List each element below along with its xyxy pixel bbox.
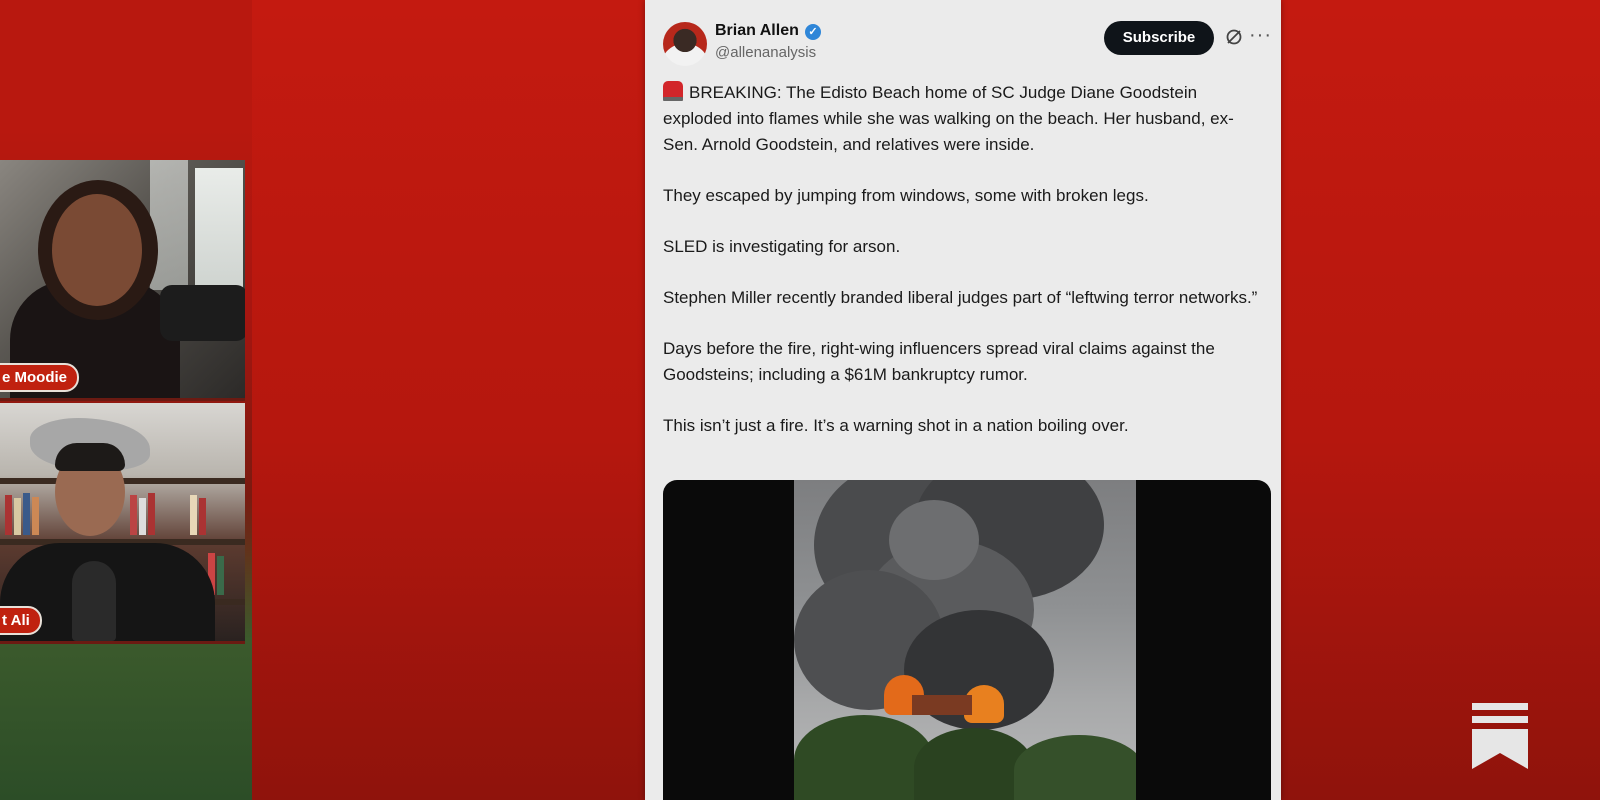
siren-emoji-icon (663, 81, 683, 101)
tweet-paragraph: Stephen Miller recently branded liberal … (663, 288, 1258, 307)
participant-1-face (52, 194, 142, 306)
subscribe-button[interactable]: Subscribe (1104, 21, 1214, 55)
participant-strip: e Moodie t Ali (0, 0, 252, 800)
book (148, 493, 155, 535)
curtain-background (150, 160, 188, 290)
video-frame-house-fire (794, 480, 1136, 800)
tweet-paragraph-text: BREAKING: The Edisto Beach home of SC Ju… (663, 83, 1234, 154)
author-name[interactable]: Brian Allen (715, 22, 799, 40)
tweet-card: Brian Allen ✓ @allenanalysis Subscribe ·… (645, 0, 1281, 800)
participant-2-hair (55, 443, 125, 471)
book (130, 495, 137, 535)
tweet-paragraph: They escaped by jumping from windows, so… (663, 186, 1149, 205)
participant-video-1[interactable]: e Moodie (0, 160, 245, 401)
substack-logo-icon (1472, 703, 1528, 769)
book (32, 497, 39, 535)
book (23, 493, 30, 535)
author-handle[interactable]: @allenanalysis (715, 44, 816, 61)
participant-2-name-tag: t Ali (0, 606, 42, 635)
grok-icon[interactable] (1225, 28, 1243, 46)
microphone (72, 561, 116, 641)
book (199, 498, 206, 535)
window-background (195, 168, 243, 288)
book (5, 495, 12, 535)
book (217, 556, 224, 595)
book (14, 498, 21, 535)
microphone (160, 285, 245, 341)
tweet-paragraph: SLED is investigating for arson. (663, 237, 901, 256)
book (190, 495, 197, 535)
more-options-icon[interactable]: ··· (1249, 24, 1272, 47)
author-avatar[interactable] (663, 22, 707, 66)
tweet-video[interactable] (663, 480, 1271, 800)
tweet-text: BREAKING: The Edisto Beach home of SC Ju… (663, 80, 1263, 464)
trees (794, 715, 934, 800)
book (139, 498, 146, 535)
tweet-paragraph: BREAKING: The Edisto Beach home of SC Ju… (663, 80, 1263, 158)
verified-badge-icon: ✓ (805, 24, 821, 40)
tweet-paragraph: Days before the fire, right-wing influen… (663, 339, 1215, 384)
trees (1014, 735, 1136, 800)
tweet-paragraph: This isn’t just a fire. It’s a warning s… (663, 416, 1129, 435)
participant-1-name-tag: e Moodie (0, 363, 80, 392)
burning-house (912, 695, 972, 715)
participant-video-2[interactable]: t Ali (0, 403, 245, 644)
smoke-plume (889, 500, 979, 580)
